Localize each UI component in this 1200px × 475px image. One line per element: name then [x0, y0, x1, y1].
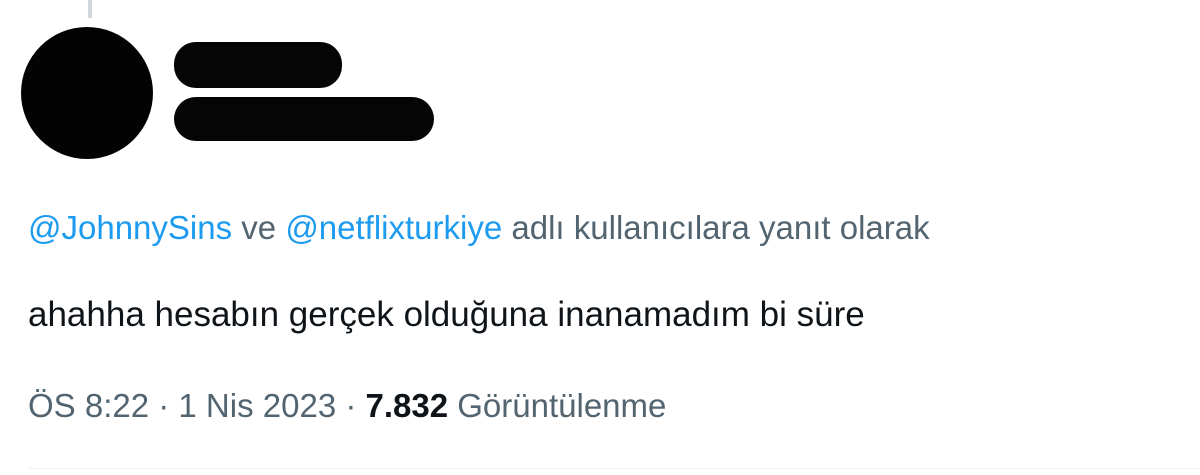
tweet-card: @JohnnySins ve @netflixturkiye adlı kull…: [0, 0, 1200, 475]
views-count[interactable]: 7.832: [366, 387, 449, 424]
meta-separator: ·: [336, 387, 366, 424]
tweet-time-link[interactable]: ÖS 8:22: [28, 387, 149, 424]
mention-link-netflixturkiye[interactable]: @netflixturkiye: [285, 209, 502, 246]
reply-context: @JohnnySins ve @netflixturkiye adlı kull…: [28, 206, 930, 250]
meta-separator: ·: [149, 387, 179, 424]
divider: [28, 468, 1200, 469]
reply-context-suffix: adlı kullanıcılara yanıt olarak: [502, 209, 930, 246]
tweet-date-link[interactable]: 1 Nis 2023: [178, 387, 336, 424]
reply-connector: ve: [232, 209, 286, 246]
redacted-username: [174, 97, 434, 141]
tweet-meta: ÖS 8:22 · 1 Nis 2023 · 7.832 Görüntülenm…: [28, 384, 666, 428]
avatar[interactable]: [21, 27, 153, 159]
views-label: Görüntülenme: [448, 387, 667, 424]
thread-connector-line: [88, 0, 92, 18]
mention-link-johnnysins[interactable]: @JohnnySins: [28, 209, 232, 246]
redacted-display-name: [174, 42, 342, 88]
tweet-text: ahahha hesabın gerçek olduğuna inanamadı…: [28, 295, 865, 334]
